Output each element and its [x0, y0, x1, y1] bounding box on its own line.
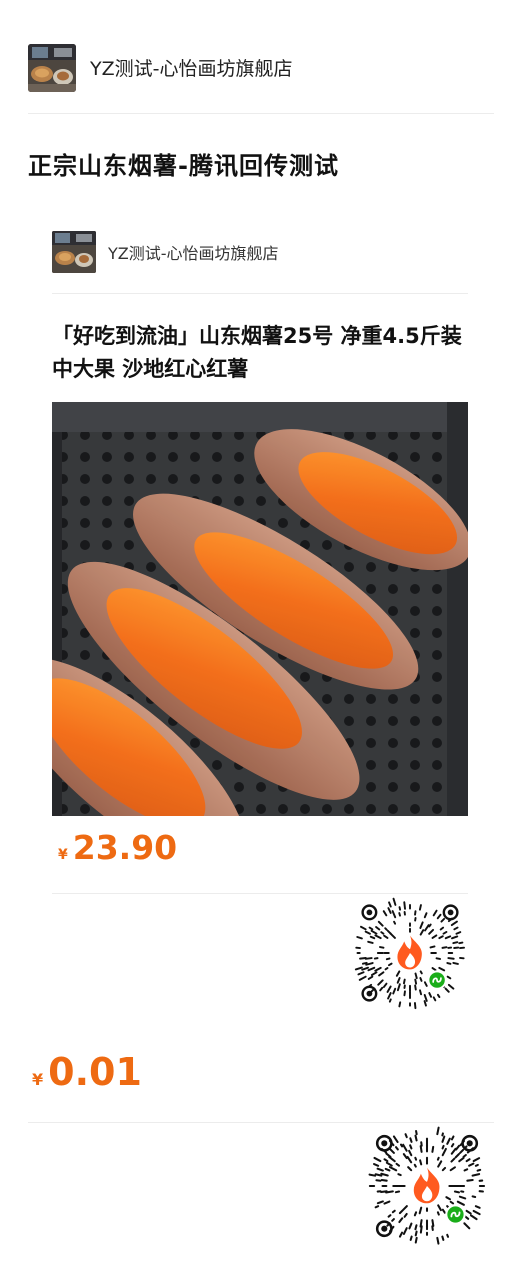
main-price-value: 0.01 — [48, 1050, 142, 1094]
shop-header[interactable]: YZ测试-心怡画坊旗舰店 — [28, 43, 494, 114]
mini-program-code-icon[interactable] — [366, 1125, 488, 1247]
card-shop-name[interactable]: YZ测试-心怡画坊旗舰店 — [108, 240, 279, 264]
main-divider — [28, 1122, 494, 1123]
main-price: ¥ 0.01 — [32, 1050, 142, 1094]
shop-avatar — [28, 43, 76, 92]
card-price: ¥ 23.90 — [58, 828, 177, 867]
card-shop-avatar — [52, 230, 96, 273]
card-price-value: 23.90 — [72, 828, 178, 867]
shop-name[interactable]: YZ测试-心怡画坊旗舰店 — [90, 54, 292, 81]
card-divider — [52, 893, 468, 894]
product-title[interactable]: 「好吃到流油」山东烟薯25号 净重4.5斤装 中大果 沙地红心红薯 — [52, 320, 468, 386]
product-card[interactable]: YZ测试-心怡画坊旗舰店 「好吃到流油」山东烟薯25号 净重4.5斤装 中大果 … — [52, 230, 468, 386]
mini-program-code-icon[interactable] — [352, 895, 468, 1011]
page-title: 正宗山东烟薯-腾讯回传测试 — [28, 152, 339, 180]
card-price-currency: ¥ — [58, 847, 68, 863]
product-image[interactable] — [52, 402, 468, 816]
main-price-currency: ¥ — [32, 1070, 44, 1089]
card-shop-row[interactable]: YZ测试-心怡画坊旗舰店 — [52, 230, 468, 294]
